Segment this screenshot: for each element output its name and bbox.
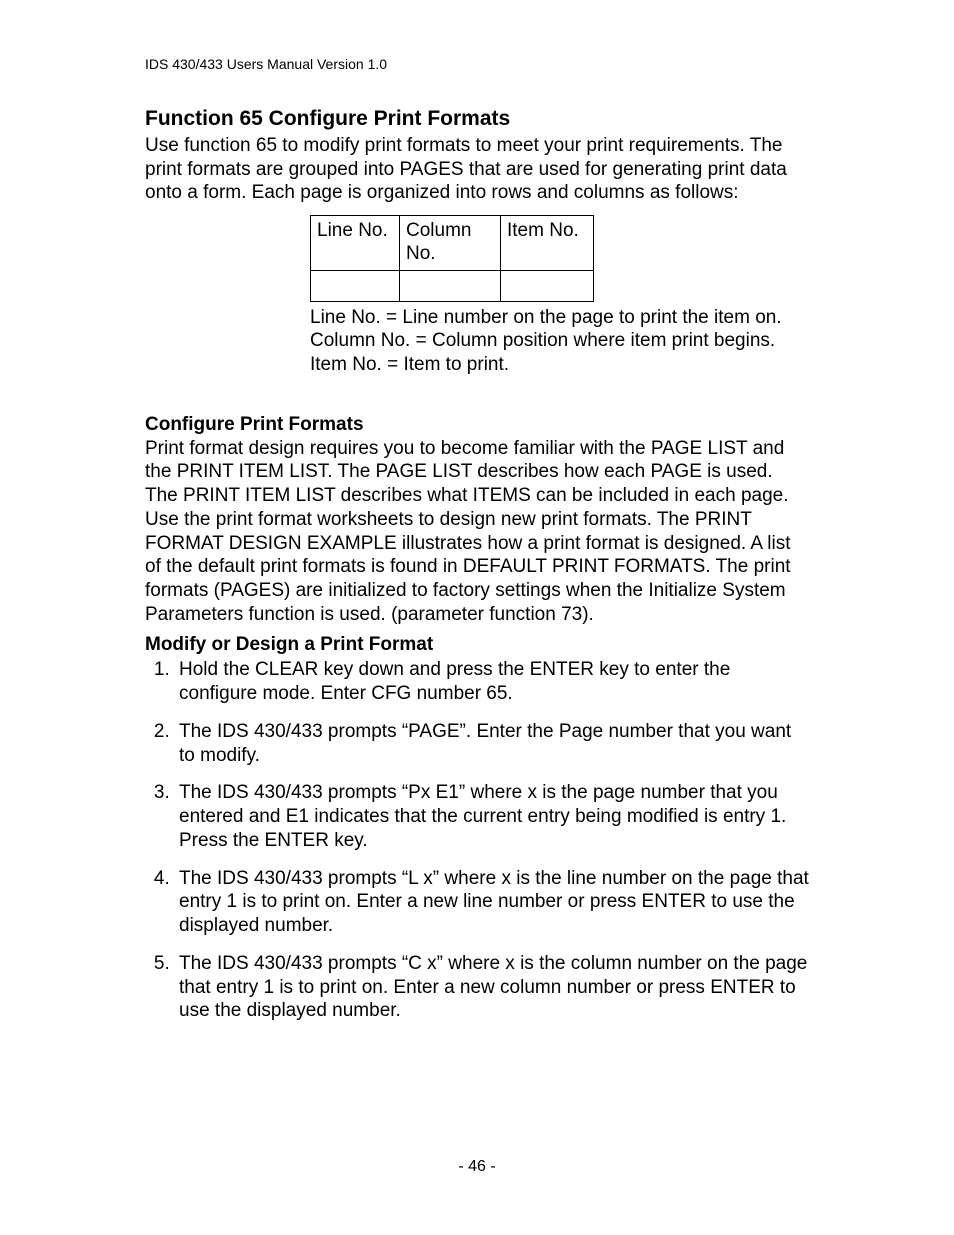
- list-item: The IDS 430/433 prompts “L x” where x is…: [175, 867, 809, 938]
- body-paragraph: Print format design requires you to beco…: [145, 437, 809, 627]
- steps-list: Hold the CLEAR key down and press the EN…: [145, 658, 809, 1023]
- definition-line: Column No. = Column position where item …: [310, 329, 809, 353]
- format-table: Line No. Column No. Item No.: [310, 215, 594, 302]
- definition-line: Item No. = Item to print.: [310, 353, 809, 377]
- page-number: - 46 -: [0, 1157, 954, 1177]
- section-heading: Function 65 Configure Print Formats: [145, 106, 809, 132]
- table-cell: [311, 270, 400, 301]
- running-header: IDS 430/433 Users Manual Version 1.0: [145, 56, 809, 74]
- table-cell: [501, 270, 594, 301]
- subsection-heading: Modify or Design a Print Format: [145, 633, 809, 657]
- table-header-cell: Item No.: [501, 216, 594, 271]
- table-header-cell: Line No.: [311, 216, 400, 271]
- list-item: Hold the CLEAR key down and press the EN…: [175, 658, 809, 706]
- subsection-heading: Configure Print Formats: [145, 413, 809, 437]
- table-empty-row: [311, 270, 594, 301]
- list-item: The IDS 430/433 prompts “C x” where x is…: [175, 952, 809, 1023]
- document-page: IDS 430/433 Users Manual Version 1.0 Fun…: [0, 0, 954, 1023]
- table-cell: [400, 270, 501, 301]
- definitions-block: Line No. = Line number on the page to pr…: [310, 306, 809, 377]
- table-header-cell: Column No.: [400, 216, 501, 271]
- table-header-row: Line No. Column No. Item No.: [311, 216, 594, 271]
- list-item: The IDS 430/433 prompts “PAGE”. Enter th…: [175, 720, 809, 768]
- definition-line: Line No. = Line number on the page to pr…: [310, 306, 809, 330]
- list-item: The IDS 430/433 prompts “Px E1” where x …: [175, 781, 809, 852]
- intro-paragraph: Use function 65 to modify print formats …: [145, 134, 809, 205]
